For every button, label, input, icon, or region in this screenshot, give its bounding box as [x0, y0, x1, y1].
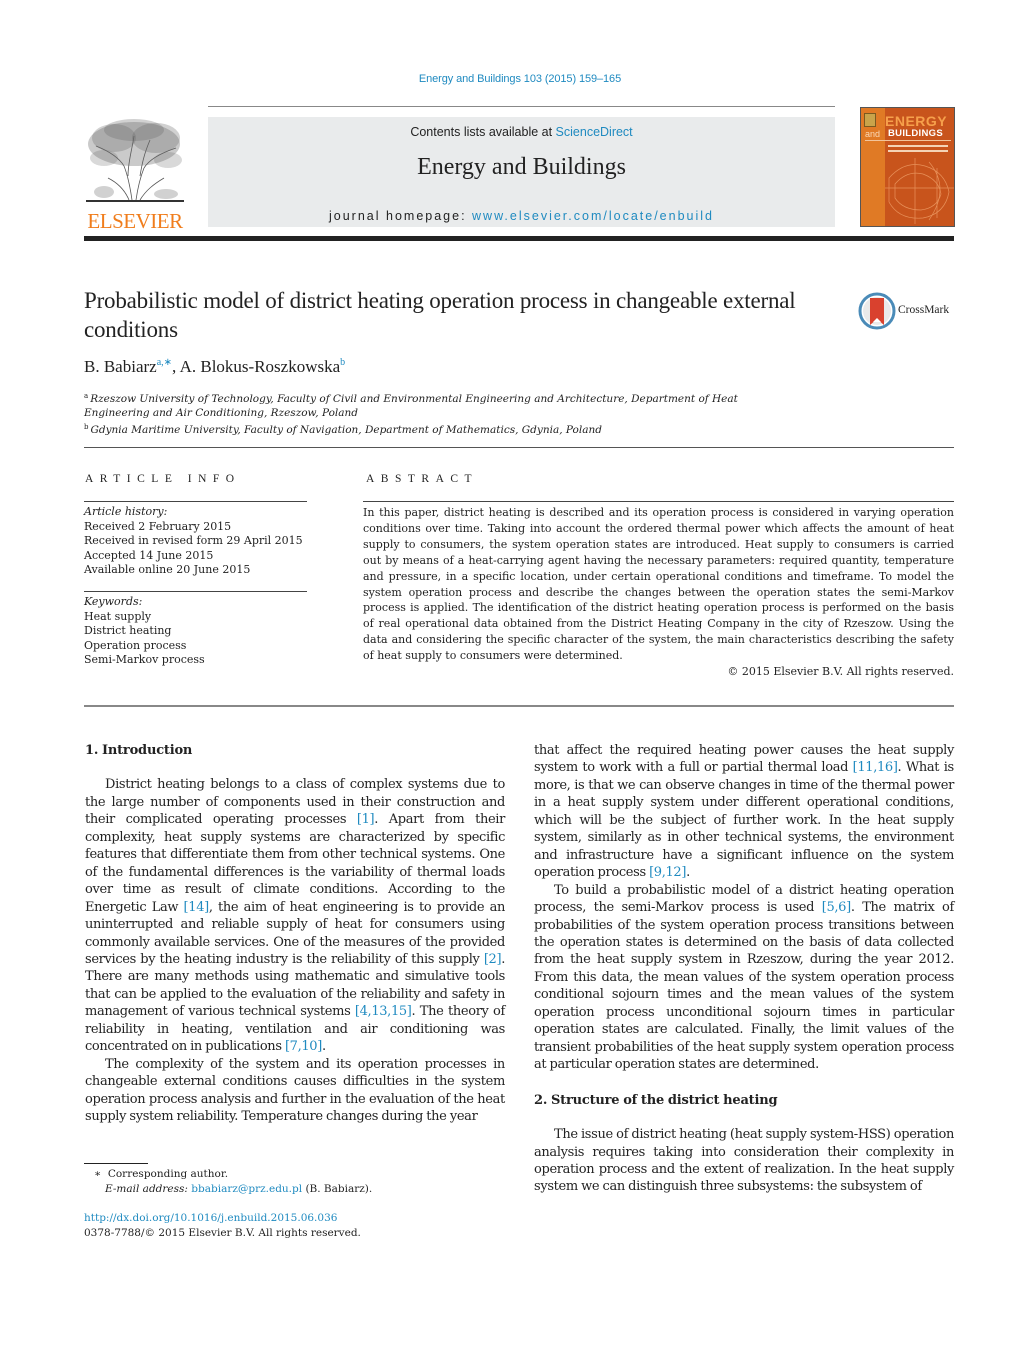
body-column-left: 1. Introduction District heating belongs… — [85, 742, 505, 1126]
doi-block: http://dx.doi.org/10.1016/j.enbuild.2015… — [84, 1211, 504, 1241]
article-history-label: Article history: — [84, 505, 168, 518]
corresponding-author-footnote: ∗ Corresponding author. E-mail address: … — [84, 1167, 504, 1197]
abstract-heading: ABSTRACT — [366, 473, 479, 485]
paragraph: To build a probabilistic model of a dist… — [534, 882, 954, 1073]
crossmark-icon — [858, 292, 896, 330]
sciencedirect-link[interactable]: ScienceDirect — [556, 125, 633, 139]
keywords-label: Keywords: — [84, 595, 143, 608]
keyword-item: Semi-Markov process — [84, 653, 205, 666]
issn-copyright: 0378-7788/© 2015 Elsevier B.V. All right… — [84, 1227, 361, 1239]
paragraph-continued: that affect the required heating power c… — [534, 743, 954, 881]
cover-title-and: and — [865, 129, 881, 139]
section-heading-introduction: 1. Introduction — [85, 743, 193, 758]
citation-link[interactable]: [1] — [357, 812, 375, 827]
cover-subtitle-lines — [888, 145, 948, 147]
citation-link[interactable]: [9,12] — [649, 865, 686, 880]
author-name[interactable]: A. Blokus-Roszkowska — [180, 357, 341, 376]
crossmark-label: CrossMark — [898, 304, 950, 316]
affiliation-text: Rzeszow University of Technology, Facult… — [84, 393, 738, 419]
author-affiliation-marks[interactable]: b — [340, 357, 345, 368]
keywords: Keywords: Heat supply District heating O… — [84, 595, 314, 668]
article-title: Probabilistic model of district heating … — [84, 288, 796, 342]
article-history: Article history: Received 2 February 201… — [84, 505, 314, 578]
affiliation-mark: a — [84, 392, 89, 400]
elsevier-tree-icon — [86, 119, 184, 202]
keyword-item: Operation process — [84, 638, 187, 652]
section-heading-structure: 2. Structure of the district heating — [534, 1092, 778, 1108]
paragraph: The complexity of the system and its ope… — [85, 1056, 505, 1125]
header-rule — [208, 106, 835, 107]
citation-link[interactable]: [14] — [184, 900, 210, 915]
elsevier-wordmark: ELSEVIER — [87, 209, 183, 233]
affiliations: a Rzeszow University of Technology, Facul… — [84, 389, 784, 437]
email-suffix: (B. Babiarz). — [302, 1183, 373, 1195]
abstract-rule — [363, 501, 954, 502]
keyword-item: District heating — [84, 624, 172, 637]
corresponding-author-label: Corresponding author. — [107, 1168, 229, 1180]
author-affiliation-marks[interactable]: a,∗ — [157, 357, 172, 368]
keyword-item: Heat supply — [84, 609, 152, 623]
crossmark-button[interactable]: CrossMark — [858, 290, 958, 330]
elsevier-logo[interactable]: ELSEVIER — [84, 116, 186, 233]
cover-title-buildings: BUILDINGS — [888, 128, 943, 139]
paragraph: The issue of district heating (heat supp… — [534, 1127, 954, 1195]
journal-homepage-line: journal homepage: www.elsevier.com/locat… — [208, 209, 835, 223]
body-rule — [84, 705, 954, 707]
journal-name: Energy and Buildings — [417, 154, 626, 180]
cover-title-energy: ENERGY — [885, 113, 948, 129]
citation-link[interactable]: [2] — [484, 952, 502, 967]
contents-prefix: Contents lists available at — [410, 125, 556, 139]
history-item: Available online 20 June 2015 — [84, 563, 251, 576]
citation-link[interactable]: [5,6] — [822, 900, 851, 915]
article-info-rule — [84, 501, 307, 502]
abstract-copyright: © 2015 Elsevier B.V. All rights reserved… — [727, 665, 954, 678]
author-separator: , — [172, 357, 180, 376]
author-list: B. Babiarza,∗, A. Blokus-Roszkowskab — [84, 357, 345, 377]
affiliation-rule — [84, 447, 954, 448]
contents-line: Contents lists available at ScienceDirec… — [208, 125, 835, 139]
body-column-right: that affect the required heating power c… — [534, 742, 954, 1196]
affiliation-mark: b — [84, 423, 89, 431]
journal-citation-link[interactable]: Energy and Buildings 103 (2015) 159–165 — [419, 73, 621, 85]
history-item: Accepted 14 June 2015 — [84, 548, 214, 562]
journal-homepage-link[interactable]: www.elsevier.com/locate/enbuild — [472, 209, 714, 223]
journal-cover-thumbnail[interactable]: ENERGY and BUILDINGS — [860, 107, 955, 227]
affiliation-item: b Gdynia Maritime University, Faculty of … — [84, 420, 784, 437]
citation-link[interactable]: [7,10] — [285, 1039, 322, 1054]
doi-link[interactable]: http://dx.doi.org/10.1016/j.enbuild.2015… — [84, 1212, 337, 1224]
citation-link[interactable]: [11,16] — [853, 760, 898, 775]
article-info-heading: ARTICLE INFO — [85, 473, 241, 485]
citation-link[interactable]: [4,13,15] — [355, 1004, 412, 1019]
journal-masthead: Contents lists available at ScienceDirec… — [208, 117, 835, 227]
history-item: Received 2 February 2015 — [84, 519, 232, 533]
homepage-prefix: journal homepage: — [329, 209, 473, 223]
footnote-rule — [84, 1163, 148, 1164]
history-item: Received in revised form 29 April 2015 — [84, 534, 303, 547]
paragraph: District heating belongs to a class of c… — [85, 777, 505, 1055]
footnote-star: ∗ — [94, 1168, 102, 1180]
email-label: E-mail address: — [105, 1183, 192, 1195]
cover-divider — [865, 140, 951, 141]
affiliation-text: Gdynia Maritime University, Faculty of N… — [90, 424, 602, 436]
author-name[interactable]: B. Babiarz — [84, 357, 157, 376]
author-email-link[interactable]: bbabiarz@prz.edu.pl — [191, 1183, 302, 1195]
cover-badge-icon — [864, 113, 876, 127]
abstract-text: In this paper, district heating is descr… — [363, 506, 954, 663]
header-thick-rule — [84, 236, 954, 241]
cover-artwork-icon — [885, 158, 954, 224]
journal-citation[interactable]: Energy and Buildings 103 (2015) 159–165 — [0, 73, 1020, 85]
keywords-rule — [84, 591, 307, 592]
affiliation-item: a Rzeszow University of Technology, Facul… — [84, 389, 784, 420]
